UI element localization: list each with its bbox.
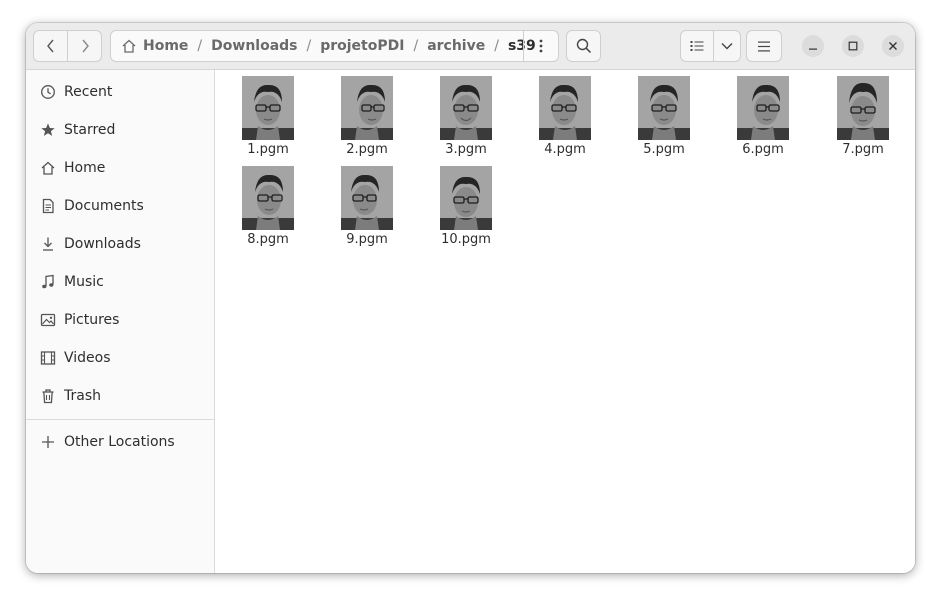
breadcrumb-separator: / bbox=[494, 38, 499, 54]
sidebar-item-downloads[interactable]: Downloads bbox=[26, 225, 214, 263]
back-button[interactable] bbox=[34, 31, 67, 61]
chevron-down-icon bbox=[721, 43, 733, 50]
breadcrumb-separator: / bbox=[197, 38, 203, 54]
file-name: 4.pgm bbox=[544, 142, 586, 157]
file-name: 7.pgm bbox=[842, 142, 884, 157]
file-name: 1.pgm bbox=[247, 142, 289, 157]
file-item[interactable]: 4.pgm bbox=[525, 76, 605, 166]
sidebar-item-label: Videos bbox=[64, 350, 111, 366]
clock-icon bbox=[39, 83, 57, 101]
maximize-button[interactable] bbox=[842, 35, 864, 57]
sidebar-item-recent[interactable]: Recent bbox=[26, 73, 214, 111]
picture-icon bbox=[39, 311, 57, 329]
file-item[interactable]: 7.pgm bbox=[823, 76, 903, 166]
home-icon bbox=[39, 159, 57, 177]
file-thumbnail bbox=[341, 76, 393, 140]
maximize-icon bbox=[848, 41, 858, 51]
file-thumbnail bbox=[638, 76, 690, 140]
breadcrumb-archive[interactable]: archive bbox=[427, 38, 485, 54]
path-bar: Home / Downloads / projetoPDI / archive … bbox=[110, 30, 559, 62]
sidebar-item-label: Starred bbox=[64, 122, 116, 138]
file-thumbnail bbox=[341, 166, 393, 230]
sidebar-item-starred[interactable]: Starred bbox=[26, 111, 214, 149]
breadcrumb-separator: / bbox=[306, 38, 312, 54]
sidebar-item-label: Music bbox=[64, 274, 104, 290]
file-name: 6.pgm bbox=[742, 142, 784, 157]
sidebar-item-music[interactable]: Music bbox=[26, 263, 214, 301]
view-options-button[interactable] bbox=[713, 31, 740, 61]
sidebar-item-label: Other Locations bbox=[64, 434, 175, 450]
file-item[interactable]: 2.pgm bbox=[327, 76, 407, 166]
plus-icon bbox=[39, 433, 57, 451]
file-name: 10.pgm bbox=[441, 232, 491, 247]
file-name: 8.pgm bbox=[247, 232, 289, 247]
file-thumbnail bbox=[440, 166, 492, 230]
file-thumbnail bbox=[242, 166, 294, 230]
breadcrumb-projetopdi[interactable]: projetoPDI bbox=[320, 38, 404, 54]
file-thumbnail bbox=[737, 76, 789, 140]
main-menu-button[interactable] bbox=[746, 30, 782, 62]
file-thumbnail bbox=[440, 76, 492, 140]
sidebar-item-documents[interactable]: Documents bbox=[26, 187, 214, 225]
file-name: 9.pgm bbox=[346, 232, 388, 247]
file-name: 5.pgm bbox=[643, 142, 685, 157]
list-view-icon bbox=[690, 41, 704, 51]
file-thumbnail bbox=[539, 76, 591, 140]
breadcrumb-home[interactable]: Home bbox=[143, 38, 188, 54]
search-button[interactable] bbox=[566, 30, 601, 62]
sidebar-item-label: Home bbox=[64, 160, 106, 176]
headerbar: Home / Downloads / projetoPDI / archive … bbox=[26, 23, 915, 70]
file-item[interactable]: 9.pgm bbox=[327, 166, 407, 256]
file-item[interactable]: 5.pgm bbox=[624, 76, 704, 166]
breadcrumb-separator: / bbox=[413, 38, 419, 54]
navigation-buttons bbox=[33, 30, 102, 62]
file-view: 1.pgm 2.pgm 3.pgm 4.pgm 5.pgm 6.pgm 7.pg… bbox=[215, 70, 915, 573]
document-icon bbox=[39, 197, 57, 215]
close-icon bbox=[889, 42, 897, 50]
sidebar-item-pictures[interactable]: Pictures bbox=[26, 301, 214, 339]
forward-button[interactable] bbox=[67, 31, 101, 61]
sidebar-item-trash[interactable]: Trash bbox=[26, 377, 214, 415]
minimize-icon bbox=[809, 48, 817, 50]
video-icon bbox=[39, 349, 57, 367]
sidebar-item-label: Pictures bbox=[64, 312, 120, 328]
sidebar-item-other-locations[interactable]: Other Locations bbox=[26, 423, 214, 461]
trash-icon bbox=[39, 387, 57, 405]
breadcrumb-downloads[interactable]: Downloads bbox=[211, 38, 297, 54]
sidebar-item-home[interactable]: Home bbox=[26, 149, 214, 187]
file-thumbnail bbox=[242, 76, 294, 140]
vertical-dots-icon bbox=[539, 39, 543, 53]
view-switcher bbox=[680, 30, 741, 62]
file-item[interactable]: 3.pgm bbox=[426, 76, 506, 166]
file-item[interactable]: 6.pgm bbox=[723, 76, 803, 166]
search-icon bbox=[576, 38, 591, 54]
download-icon bbox=[39, 235, 57, 253]
sidebar-item-videos[interactable]: Videos bbox=[26, 339, 214, 377]
sidebar-item-label: Downloads bbox=[64, 236, 141, 252]
file-name: 3.pgm bbox=[445, 142, 487, 157]
sidebar-item-label: Trash bbox=[64, 388, 101, 404]
chevron-left-icon bbox=[46, 39, 54, 53]
music-icon bbox=[39, 273, 57, 291]
close-button[interactable] bbox=[882, 35, 904, 57]
file-item[interactable]: 1.pgm bbox=[228, 76, 308, 166]
chevron-right-icon bbox=[81, 39, 89, 53]
minimize-button[interactable] bbox=[802, 35, 824, 57]
home-icon[interactable] bbox=[121, 38, 137, 54]
sidebar-divider bbox=[26, 419, 214, 420]
path-menu-button[interactable] bbox=[523, 31, 558, 61]
sidebar-item-label: Recent bbox=[64, 84, 113, 100]
star-icon bbox=[39, 121, 57, 139]
sidebar-item-label: Documents bbox=[64, 198, 144, 214]
file-manager-window: Home / Downloads / projetoPDI / archive … bbox=[26, 23, 915, 573]
file-name: 2.pgm bbox=[346, 142, 388, 157]
file-item[interactable]: 8.pgm bbox=[228, 166, 308, 256]
sidebar: Recent Starred Home Documents Downloads … bbox=[26, 70, 215, 573]
list-view-button[interactable] bbox=[681, 31, 713, 61]
file-thumbnail bbox=[837, 76, 889, 140]
file-item[interactable]: 10.pgm bbox=[426, 166, 506, 256]
hamburger-menu-icon bbox=[758, 41, 770, 51]
